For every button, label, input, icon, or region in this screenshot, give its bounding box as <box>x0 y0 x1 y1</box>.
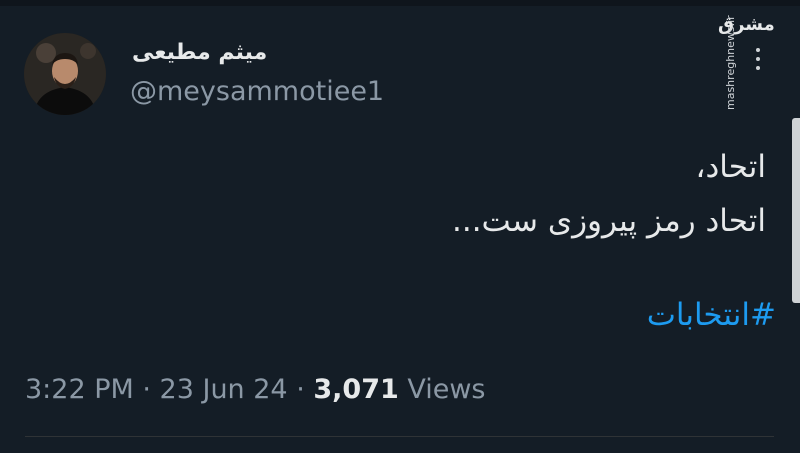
hashtag-link[interactable]: #انتخابات <box>647 297 776 333</box>
tweet-time[interactable]: 3:22 PM <box>25 374 134 405</box>
display-name[interactable]: میثم مطیعی <box>132 40 267 65</box>
scroll-indicator <box>792 118 800 303</box>
tweet-meta: 3:22 PM · 23 Jun 24 · 3,071 Views <box>25 374 486 405</box>
tweet-line: اتحاد، <box>695 149 766 185</box>
tweet-date[interactable]: 23 Jun 24 <box>160 374 288 405</box>
views-count[interactable]: 3,071 <box>313 374 398 405</box>
avatar-photo <box>24 33 106 115</box>
watermark: مشرق mashreghnews.ir <box>716 14 780 114</box>
avatar[interactable] <box>24 33 106 115</box>
tweet-text: اتحاد، اتحاد رمز پیروزی ست... <box>266 140 766 248</box>
views-label: Views <box>398 374 486 405</box>
divider <box>25 436 774 437</box>
meta-separator: · <box>133 374 160 405</box>
watermark-dots <box>754 48 762 75</box>
watermark-url: mashreghnews.ir <box>724 15 737 110</box>
top-border <box>0 0 800 6</box>
user-handle[interactable]: @meysammotiee1 <box>130 76 384 107</box>
meta-separator: · <box>287 374 314 405</box>
tweet-line: اتحاد رمز پیروزی ست... <box>451 203 766 239</box>
